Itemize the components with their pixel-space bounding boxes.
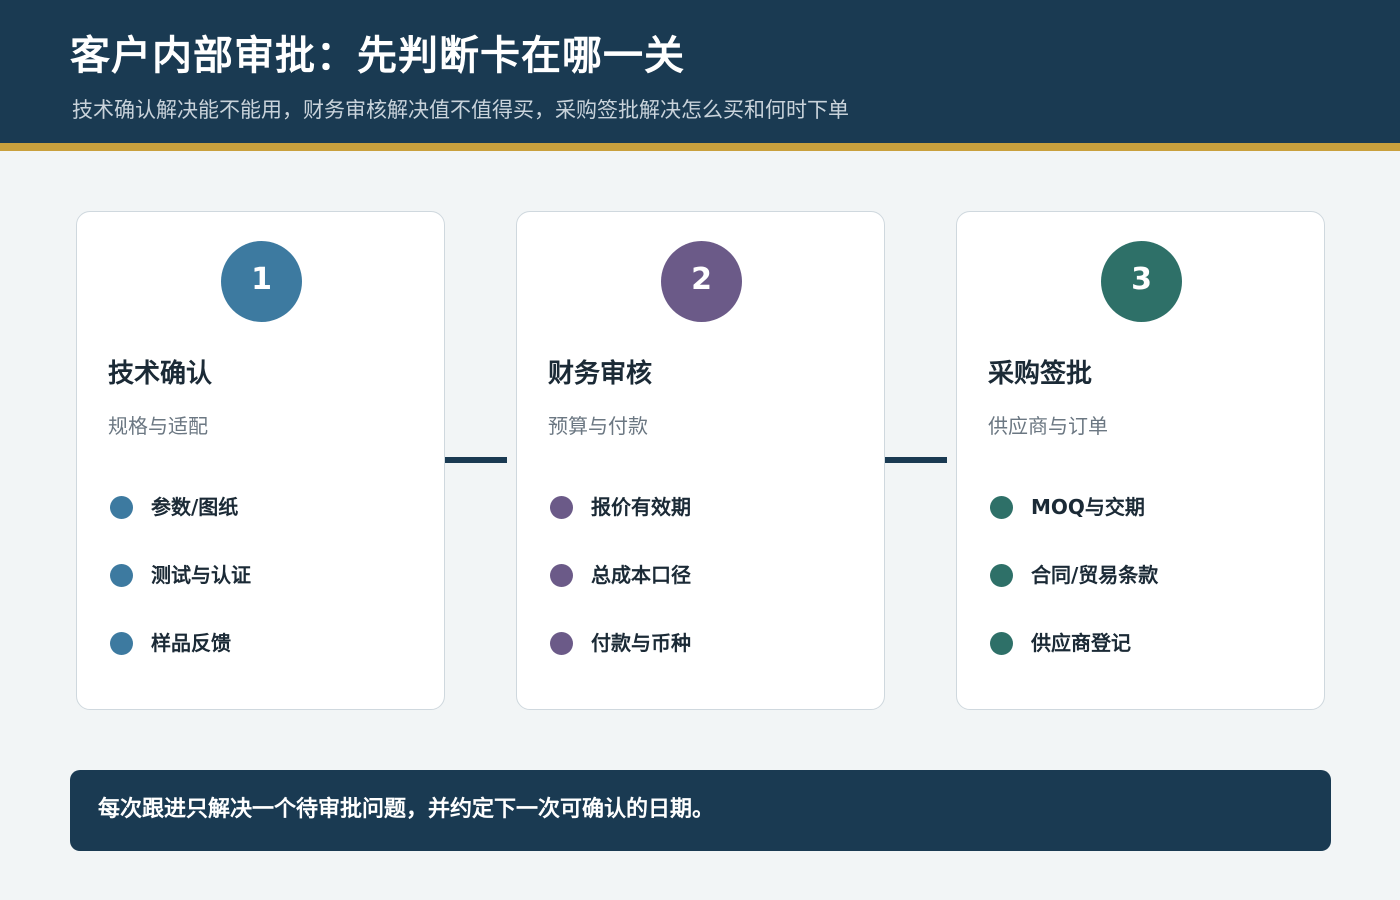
step-subtitle: 供应商与订单: [988, 414, 1108, 438]
list-item: 测试与认证: [110, 560, 251, 590]
list-item-label: 总成本口径: [591, 563, 691, 587]
list-item-label: 报价有效期: [591, 495, 691, 519]
list-item: 样品反馈: [110, 628, 231, 658]
bullet-dot-icon: [110, 495, 133, 519]
step-connector: [445, 457, 507, 463]
bullet-dot-icon: [110, 631, 133, 655]
list-item-label: 参数/图纸: [151, 495, 239, 519]
step-title: 财务审核: [548, 359, 653, 389]
list-item: 报价有效期: [550, 492, 691, 522]
accent-divider: [0, 143, 1400, 151]
bullet-dot-icon: [110, 563, 133, 587]
page-subtitle: 技术确认解决能不能用，财务审核解决值不值得买，采购签批解决怎么买和何时下单: [72, 98, 849, 122]
step-subtitle: 预算与付款: [548, 414, 648, 438]
bullet-dot-icon: [550, 495, 573, 519]
step-card-finance: 2 财务审核 预算与付款 报价有效期 总成本口径 付款与币种: [516, 211, 885, 710]
step-number-badge: 1: [221, 241, 302, 322]
step-connector: [885, 457, 947, 463]
bullet-dot-icon: [550, 563, 573, 587]
list-item: 参数/图纸: [110, 492, 238, 522]
step-card-procurement: 3 采购签批 供应商与订单 MOQ与交期 合同/贸易条款 供应商登记: [956, 211, 1325, 710]
list-item-label: MOQ与交期: [1031, 495, 1145, 519]
page-title: 客户内部审批：先判断卡在哪一关: [70, 33, 685, 79]
list-item: 供应商登记: [990, 628, 1131, 658]
header-banner: 客户内部审批：先判断卡在哪一关 技术确认解决能不能用，财务审核解决值不值得买，采…: [0, 0, 1400, 143]
footer-note-banner: 每次跟进只解决一个待审批问题，并约定下一次可确认的日期。: [70, 770, 1331, 851]
list-item: 付款与币种: [550, 628, 691, 658]
bullet-dot-icon: [550, 631, 573, 655]
list-item-label: 供应商登记: [1031, 631, 1131, 655]
bullet-dot-icon: [990, 495, 1013, 519]
step-subtitle: 规格与适配: [108, 414, 208, 438]
bullet-dot-icon: [990, 631, 1013, 655]
list-item-label: 样品反馈: [151, 631, 231, 655]
footer-note: 每次跟进只解决一个待审批问题，并约定下一次可确认的日期。: [98, 797, 715, 822]
step-title: 采购签批: [988, 359, 1093, 389]
list-item-label: 付款与币种: [591, 631, 691, 655]
list-item: 合同/贸易条款: [990, 560, 1158, 590]
list-item: MOQ与交期: [990, 492, 1145, 522]
step-number-badge: 3: [1101, 241, 1182, 322]
list-item-label: 测试与认证: [151, 563, 251, 587]
step-title: 技术确认: [108, 359, 213, 389]
step-number-badge: 2: [661, 241, 742, 322]
step-card-technical: 1 技术确认 规格与适配 参数/图纸 测试与认证 样品反馈: [76, 211, 445, 710]
list-item: 总成本口径: [550, 560, 691, 590]
list-item-label: 合同/贸易条款: [1031, 563, 1159, 587]
bullet-dot-icon: [990, 563, 1013, 587]
